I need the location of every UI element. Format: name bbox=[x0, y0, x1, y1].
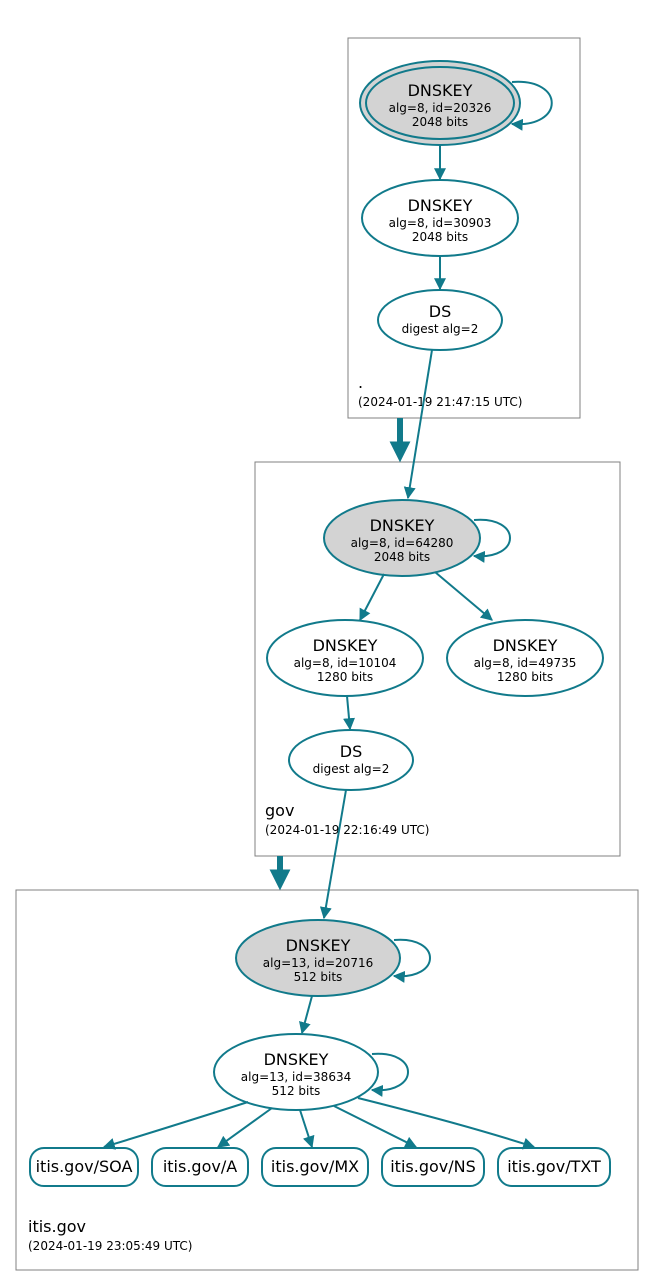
node-rr-ns-title: itis.gov/NS bbox=[390, 1157, 476, 1176]
edge-gov-ksk-to-zsk1 bbox=[360, 574, 384, 620]
node-gov-zsk2-line2: alg=8, id=49735 bbox=[474, 656, 577, 670]
node-rr-ns: itis.gov/NS bbox=[382, 1148, 484, 1186]
node-itis-zsk-line2: alg=13, id=38634 bbox=[241, 1070, 351, 1084]
node-itis-ksk: DNSKEY alg=13, id=20716 512 bits bbox=[236, 920, 400, 996]
node-gov-zsk1-line2: alg=8, id=10104 bbox=[294, 656, 397, 670]
node-rr-soa-title: itis.gov/SOA bbox=[36, 1157, 133, 1176]
node-rr-txt: itis.gov/TXT bbox=[498, 1148, 610, 1186]
node-itis-ksk-line3: 512 bits bbox=[294, 970, 343, 984]
node-rr-txt-title: itis.gov/TXT bbox=[507, 1157, 601, 1176]
node-gov-ds: DS digest alg=2 bbox=[289, 730, 413, 790]
node-root-ds-line2: digest alg=2 bbox=[402, 322, 479, 336]
node-gov-ksk-line2: alg=8, id=64280 bbox=[351, 536, 454, 550]
zone-root-label: . bbox=[358, 373, 363, 392]
edge-root-ds-to-gov-ksk bbox=[408, 350, 432, 498]
node-itis-zsk-line3: 512 bits bbox=[272, 1084, 321, 1098]
zone-itis-timestamp: (2024-01-19 23:05:49 UTC) bbox=[28, 1239, 192, 1253]
node-gov-ksk-title: DNSKEY bbox=[370, 516, 435, 535]
node-itis-ksk-line2: alg=13, id=20716 bbox=[263, 956, 373, 970]
node-itis-zsk: DNSKEY alg=13, id=38634 512 bits bbox=[214, 1034, 378, 1110]
node-root-ds: DS digest alg=2 bbox=[378, 290, 502, 350]
node-gov-zsk1-line3: 1280 bits bbox=[317, 670, 373, 684]
edge-itis-zsk-to-ns bbox=[334, 1106, 416, 1147]
node-root-zsk-line2: alg=8, id=30903 bbox=[389, 216, 492, 230]
node-gov-zsk2-title: DNSKEY bbox=[493, 636, 558, 655]
node-root-zsk: DNSKEY alg=8, id=30903 2048 bits bbox=[362, 180, 518, 256]
node-gov-zsk2-line3: 1280 bits bbox=[497, 670, 553, 684]
edge-gov-ksk-to-zsk2 bbox=[435, 572, 492, 620]
node-itis-ksk-title: DNSKEY bbox=[286, 936, 351, 955]
zone-gov-label: gov bbox=[265, 801, 294, 820]
edge-itis-ksk-to-zsk bbox=[302, 996, 312, 1033]
node-itis-zsk-title: DNSKEY bbox=[264, 1050, 329, 1069]
node-root-zsk-line3: 2048 bits bbox=[412, 230, 468, 244]
node-rr-a: itis.gov/A bbox=[152, 1148, 248, 1186]
node-root-ksk: DNSKEY alg=8, id=20326 2048 bits bbox=[360, 61, 520, 145]
edge-itis-zsk-to-a bbox=[218, 1108, 272, 1147]
node-gov-zsk2: DNSKEY alg=8, id=49735 1280 bits bbox=[447, 620, 603, 696]
node-root-ksk-line3: 2048 bits bbox=[412, 115, 468, 129]
node-gov-zsk1: DNSKEY alg=8, id=10104 1280 bits bbox=[267, 620, 423, 696]
node-gov-ds-title: DS bbox=[340, 742, 362, 761]
node-gov-zsk1-title: DNSKEY bbox=[313, 636, 378, 655]
node-root-zsk-title: DNSKEY bbox=[408, 196, 473, 215]
node-root-ds-title: DS bbox=[429, 302, 451, 321]
node-rr-mx-title: itis.gov/MX bbox=[271, 1157, 359, 1176]
node-root-ksk-title: DNSKEY bbox=[408, 81, 473, 100]
node-rr-soa: itis.gov/SOA bbox=[30, 1148, 138, 1186]
edge-gov-zsk1-to-ds bbox=[347, 696, 350, 729]
zone-gov-timestamp: (2024-01-19 22:16:49 UTC) bbox=[265, 823, 429, 837]
node-gov-ksk-line3: 2048 bits bbox=[374, 550, 430, 564]
edge-gov-ds-to-itis-ksk bbox=[324, 790, 346, 918]
node-gov-ksk: DNSKEY alg=8, id=64280 2048 bits bbox=[324, 500, 480, 576]
zone-root-timestamp: (2024-01-19 21:47:15 UTC) bbox=[358, 395, 522, 409]
edge-itis-zsk-to-txt bbox=[358, 1098, 534, 1147]
node-rr-mx: itis.gov/MX bbox=[262, 1148, 368, 1186]
edge-itis-zsk-to-mx bbox=[300, 1110, 312, 1147]
node-root-ksk-line2: alg=8, id=20326 bbox=[389, 101, 492, 115]
zone-itis-label: itis.gov bbox=[28, 1217, 86, 1236]
node-rr-a-title: itis.gov/A bbox=[163, 1157, 237, 1176]
node-gov-ds-line2: digest alg=2 bbox=[313, 762, 390, 776]
